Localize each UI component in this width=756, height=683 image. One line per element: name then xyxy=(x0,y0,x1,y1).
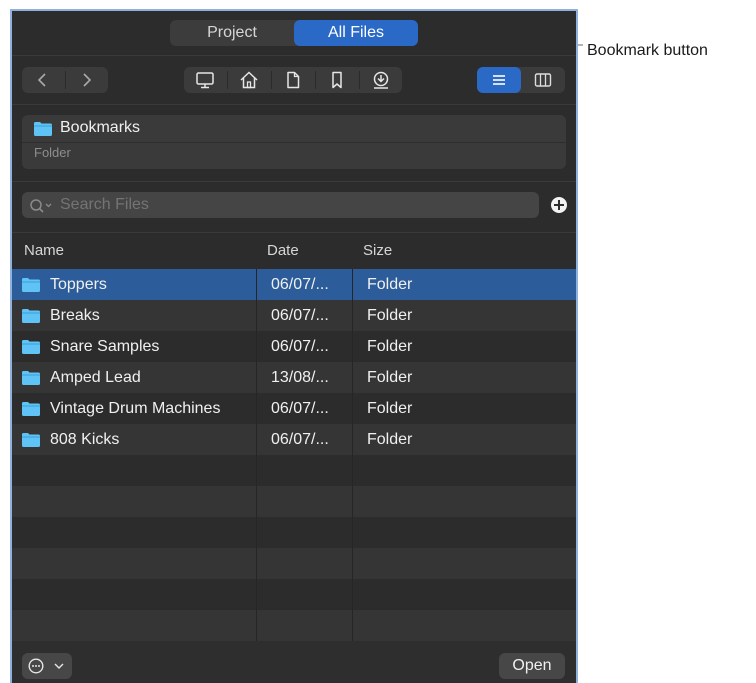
footer-bar: Open xyxy=(12,641,576,683)
empty-row xyxy=(12,548,576,579)
empty-row xyxy=(12,610,576,641)
callout-label: Bookmark button xyxy=(587,42,708,59)
file-size: Folder xyxy=(367,338,413,355)
column-view-icon xyxy=(534,73,552,87)
home-icon xyxy=(240,71,258,89)
search-field[interactable] xyxy=(22,192,539,218)
empty-row xyxy=(12,579,576,610)
divider xyxy=(12,104,576,105)
file-size: Folder xyxy=(367,400,413,417)
folder-icon xyxy=(22,371,40,385)
more-options-button[interactable] xyxy=(22,653,72,679)
empty-row xyxy=(12,517,576,548)
file-size: Folder xyxy=(367,276,413,293)
add-icon[interactable] xyxy=(551,197,567,213)
document-icon xyxy=(287,71,300,89)
file-date: 13/08/... xyxy=(271,369,329,386)
file-size: Folder xyxy=(367,431,413,448)
folder-icon xyxy=(22,309,40,323)
divider xyxy=(22,142,566,143)
file-date: 06/07/... xyxy=(271,307,329,324)
column-header-date[interactable]: Date xyxy=(267,233,299,269)
search-input[interactable] xyxy=(60,192,520,218)
back-button[interactable] xyxy=(22,67,65,93)
folder-icon xyxy=(22,402,40,416)
table-row[interactable]: Toppers 06/07/... Folder xyxy=(12,269,576,300)
divider xyxy=(12,181,576,182)
chevron-down-icon xyxy=(54,663,64,669)
location-name: Bookmarks xyxy=(60,119,141,136)
file-size: Folder xyxy=(367,307,413,324)
download-icon xyxy=(373,71,389,89)
list-view-icon xyxy=(493,75,505,85)
file-date: 06/07/... xyxy=(271,276,329,293)
chevron-right-icon xyxy=(83,73,92,87)
folder-icon xyxy=(22,340,40,354)
file-date: 06/07/... xyxy=(271,431,329,448)
scope-segmented-control: Project All Files xyxy=(170,20,418,46)
divider xyxy=(12,55,576,56)
open-button[interactable]: Open xyxy=(499,653,565,679)
ellipsis-circle-icon xyxy=(28,658,44,674)
file-date: 06/07/... xyxy=(271,400,329,417)
table-row[interactable]: Breaks 06/07/... Folder xyxy=(12,300,576,331)
home-button[interactable] xyxy=(228,67,271,93)
list-view-button[interactable] xyxy=(477,67,521,93)
table-row[interactable]: Snare Samples 06/07/... Folder xyxy=(12,331,576,362)
file-name: Amped Lead xyxy=(50,369,141,386)
file-size: Folder xyxy=(367,369,413,386)
table-row[interactable]: Amped Lead 13/08/... Folder xyxy=(12,362,576,393)
column-divider xyxy=(256,269,257,641)
folder-icon xyxy=(34,122,52,136)
table-row[interactable]: 808 Kicks 06/07/... Folder xyxy=(12,424,576,455)
desktop-icon xyxy=(196,72,214,89)
chevron-left-icon xyxy=(37,73,46,87)
file-browser-panel: Project All Files Bookmarks Folder Searc… xyxy=(10,9,578,683)
tab-all-files[interactable]: All Files xyxy=(294,20,418,46)
file-name: Snare Samples xyxy=(50,338,160,355)
view-mode-control xyxy=(477,67,565,93)
forward-button[interactable] xyxy=(65,67,108,93)
location-kind: Folder xyxy=(34,145,71,160)
folder-icon xyxy=(22,433,40,447)
bookmark-button[interactable] xyxy=(316,67,359,93)
navigation-buttons xyxy=(22,67,108,93)
documents-button[interactable] xyxy=(272,67,315,93)
location-toolbar xyxy=(184,67,402,93)
file-date: 06/07/... xyxy=(271,338,329,355)
empty-row xyxy=(12,455,576,486)
folder-icon xyxy=(22,278,40,292)
bookmark-icon xyxy=(332,71,342,89)
search-icon xyxy=(30,199,52,213)
current-location-info: Bookmarks Folder xyxy=(22,115,566,169)
column-header-size[interactable]: Size xyxy=(363,233,392,269)
column-header-name[interactable]: Name xyxy=(24,233,64,269)
file-name: 808 Kicks xyxy=(50,431,120,448)
downloads-button[interactable] xyxy=(360,67,403,93)
file-name: Breaks xyxy=(50,307,100,324)
file-name: Vintage Drum Machines xyxy=(50,400,221,417)
column-divider xyxy=(352,269,353,641)
column-view-button[interactable] xyxy=(521,67,565,93)
tab-project[interactable]: Project xyxy=(170,20,294,46)
table-row[interactable]: Vintage Drum Machines 06/07/... Folder xyxy=(12,393,576,424)
table-header: Name Date Size xyxy=(12,233,576,269)
file-name: Toppers xyxy=(50,276,107,293)
empty-row xyxy=(12,486,576,517)
desktop-button[interactable] xyxy=(184,67,227,93)
